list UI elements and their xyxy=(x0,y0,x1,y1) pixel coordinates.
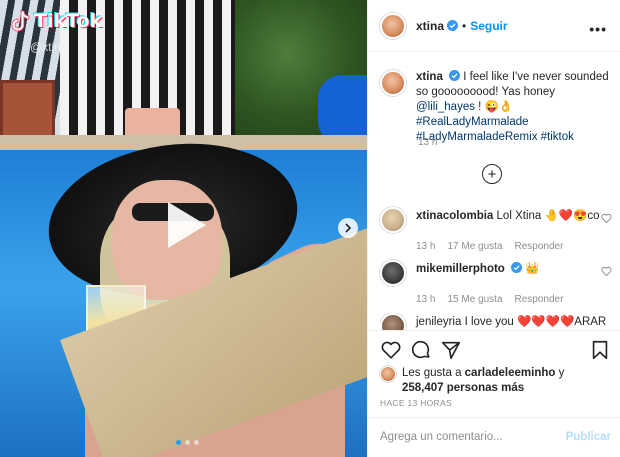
caption-username[interactable]: xtina xyxy=(416,71,443,83)
comment-composer: Publicar xyxy=(368,417,620,457)
carousel-indicator xyxy=(176,440,199,445)
caption: xtina I feel like I've never sounded so … xyxy=(380,70,612,145)
heart-icon[interactable] xyxy=(380,339,402,361)
commenter-avatar[interactable] xyxy=(380,260,406,286)
publish-button[interactable]: Publicar xyxy=(566,431,611,443)
tiktok-note-icon xyxy=(11,10,30,32)
reply-button[interactable]: Responder xyxy=(515,294,564,305)
liker-avatar[interactable] xyxy=(380,366,396,382)
comment-input[interactable] xyxy=(380,431,560,443)
caption-body: I feel like I've never sounded so gooooo… xyxy=(416,71,609,98)
post-media[interactable]: TikTok @xtina xyxy=(0,0,367,457)
carousel-dot xyxy=(185,440,190,445)
commenter-avatar[interactable] xyxy=(380,313,406,330)
carousel-dot xyxy=(176,440,181,445)
liker-username[interactable]: carladeleeminho xyxy=(465,367,556,379)
like-comment-icon[interactable] xyxy=(601,213,612,224)
header-separator: • xyxy=(462,18,467,33)
comment-icon[interactable] xyxy=(410,339,432,361)
likes-text: Les gusta a carladeleeminho y 258,407 pe… xyxy=(402,366,564,396)
comment-item: jenileyria I love you ❤️❤️❤️❤️ARAR xyxy=(380,313,612,330)
follow-button[interactable]: Seguir xyxy=(470,19,507,33)
commenter-username[interactable]: jenileyria xyxy=(416,316,461,328)
caption-avatar[interactable] xyxy=(380,70,406,96)
hashtag-link[interactable]: #tiktok xyxy=(541,131,574,143)
bookmark-icon[interactable] xyxy=(589,339,611,361)
comment-meta: 13 h 17 Me gusta Responder xyxy=(416,241,612,252)
carousel-dot xyxy=(194,440,199,445)
verified-badge-icon xyxy=(447,20,459,31)
hashtag-link[interactable]: #RealLadyMarmalade xyxy=(416,116,529,128)
comment-likes[interactable]: 17 Me gusta xyxy=(447,241,502,252)
avatar[interactable] xyxy=(380,12,406,39)
comment-time: 13 h xyxy=(416,294,436,305)
play-icon[interactable] xyxy=(156,196,214,254)
comment-meta: 13 h 15 Me gusta Responder xyxy=(416,294,612,305)
carousel-next-button[interactable] xyxy=(338,218,358,238)
post-timestamp[interactable]: HACE 13 HORAS xyxy=(380,398,452,408)
post-header: xtina • Seguir ••• xyxy=(368,0,620,52)
tiktok-brand: TikTok xyxy=(34,10,103,32)
comment-item: mikemillerphoto 👑 13 h 15 Me gusta Respo… xyxy=(380,260,612,305)
reply-button[interactable]: Responder xyxy=(515,241,564,252)
likes-prefix: Les gusta a xyxy=(402,367,465,379)
comment-text: I love you ❤️❤️❤️❤️ARAR xyxy=(464,316,607,328)
caption-text: xtina I feel like I've never sounded so … xyxy=(416,70,611,145)
load-more-comments-button[interactable]: + xyxy=(482,164,502,184)
more-options-icon[interactable]: ••• xyxy=(589,21,607,37)
likes-middle: y xyxy=(555,367,565,379)
action-bar xyxy=(368,330,620,366)
like-comment-icon[interactable] xyxy=(601,266,612,277)
comment-item: xtinacolombia Lol Xtina 🤚❤️😍co 13 h 17 M… xyxy=(380,207,612,252)
share-icon[interactable] xyxy=(440,339,462,361)
plus-icon: + xyxy=(487,165,497,183)
comment-text: 👑 xyxy=(525,263,540,275)
tiktok-watermark: TikTok xyxy=(10,10,102,32)
comment-time: 13 h xyxy=(416,241,436,252)
likes-summary: Les gusta a carladeleeminho y 258,407 pe… xyxy=(380,366,564,396)
verified-badge-icon xyxy=(511,262,523,273)
caption-mention[interactable]: @lili_hayes xyxy=(416,101,475,113)
comment-text: Lol Xtina 🤚❤️😍co xyxy=(496,210,600,222)
verified-badge-icon xyxy=(449,70,461,81)
chevron-right-icon xyxy=(345,223,352,233)
comment-likes[interactable]: 15 Me gusta xyxy=(447,294,502,305)
author-username[interactable]: xtina xyxy=(416,19,444,33)
caption-time: 13 h xyxy=(418,137,438,148)
commenter-avatar[interactable] xyxy=(380,207,406,233)
caption-emoji: ! 😜👌 xyxy=(474,101,514,113)
tiktok-handle: @xtina xyxy=(30,40,68,54)
commenter-username[interactable]: xtinacolombia xyxy=(416,210,493,222)
post-sidebar: xtina • Seguir ••• xtina I feel like I'v… xyxy=(367,0,620,457)
likes-count[interactable]: 258,407 personas más xyxy=(402,382,524,394)
commenter-username[interactable]: mikemillerphoto xyxy=(416,263,505,275)
